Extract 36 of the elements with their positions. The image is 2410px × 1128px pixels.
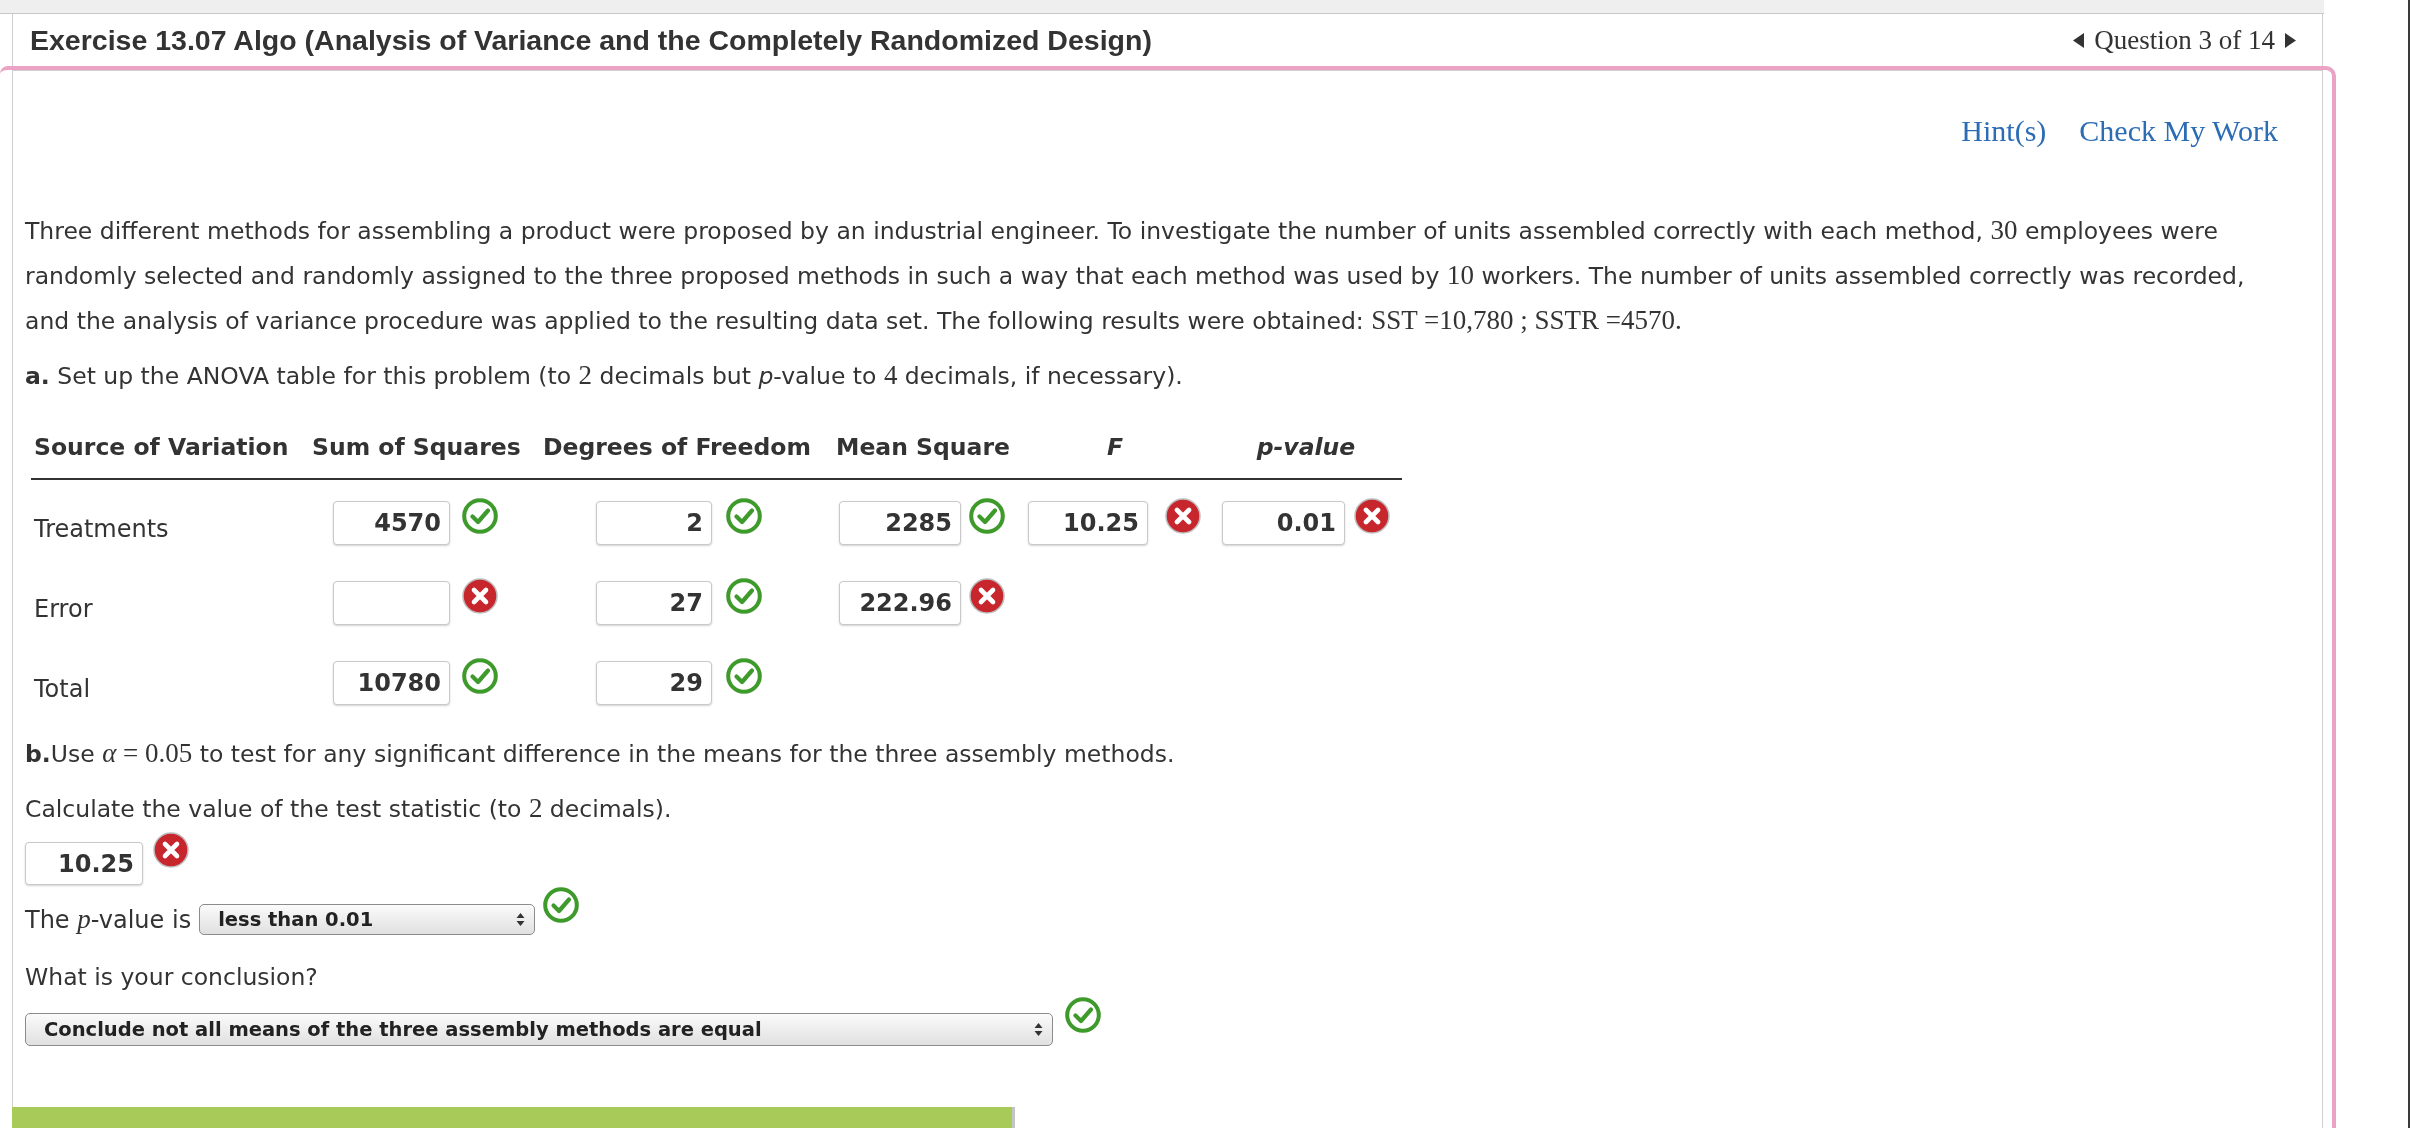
question-counter: Question 3 of 14 — [2094, 24, 2275, 56]
problem-text: Three different methods for assembling a product were proposed by an industrial engineer. To investigate the number of units assembled correctly with each method, 30 employees were randomly selected and randomly assigned to the three proposed methods in such a way that each method was used by 10 workers. The number of units assembled correctly was recorded, and the analysis of variance procedure was applied to the resulting data set. The following results were obtained: SST =10,780 ; SSTR =4570. — [25, 214, 2246, 337]
column-header: p-value — [1256, 433, 1356, 461]
part-b-prompt: b.Use α = 0.05 to test for any significant difference in the means for the three assembly methods. — [25, 737, 1176, 770]
answer-field[interactable]: 2285 — [839, 501, 961, 545]
column-header: Mean Square — [836, 433, 1010, 461]
answer-field[interactable]: 27 — [596, 581, 712, 625]
answer-field[interactable] — [333, 581, 450, 625]
answer-field[interactable]: 222.96 — [839, 581, 961, 625]
conclusion-select[interactable]: Conclude not all means of the three assembly methods are equal — [25, 1013, 1053, 1046]
answer-field[interactable]: 4570 — [333, 501, 450, 545]
column-header: Degrees of Freedom — [543, 433, 811, 461]
caret-left-icon[interactable] — [2073, 32, 2085, 48]
column-header: Sum of Squares — [312, 433, 521, 461]
updown-caret-icon — [516, 912, 526, 927]
row-label: Total — [34, 675, 91, 703]
answer-field[interactable]: 0.01 — [1222, 501, 1345, 545]
caret-right-icon[interactable] — [2285, 32, 2296, 48]
column-header: F — [1106, 433, 1124, 461]
answer-field[interactable]: 10.25 — [25, 842, 143, 885]
updown-caret-icon — [1034, 1022, 1043, 1037]
part-a-prompt: a. Set up the ANOVA table for this problem (to 2 decimals but p-value to 4 decimals, if necessary). — [25, 359, 1184, 392]
help-link[interactable]: Check My Work — [2079, 113, 2278, 149]
help-link[interactable]: Hint(s) — [1961, 113, 2047, 149]
statistic-prompt: Calculate the value of the test statistic (to 2 decimals). — [25, 792, 673, 825]
row-label: Error — [34, 595, 93, 623]
p-value-select[interactable]: less than 0.01 — [199, 904, 536, 935]
p-value-label: The p-value is — [25, 904, 192, 936]
column-header: Source of Variation — [34, 433, 289, 461]
answer-field[interactable]: 2 — [596, 501, 712, 545]
answer-field[interactable]: 10780 — [333, 661, 450, 705]
answer-field[interactable]: 10.25 — [1028, 501, 1148, 545]
row-label: Treatments — [34, 515, 169, 543]
conclusion-prompt: What is your conclusion? — [25, 962, 319, 993]
exercise-title: Exercise 13.07 Algo (Analysis of Variance and the Completely Randomized Design) — [30, 23, 1152, 57]
answer-field[interactable]: 29 — [596, 661, 712, 705]
